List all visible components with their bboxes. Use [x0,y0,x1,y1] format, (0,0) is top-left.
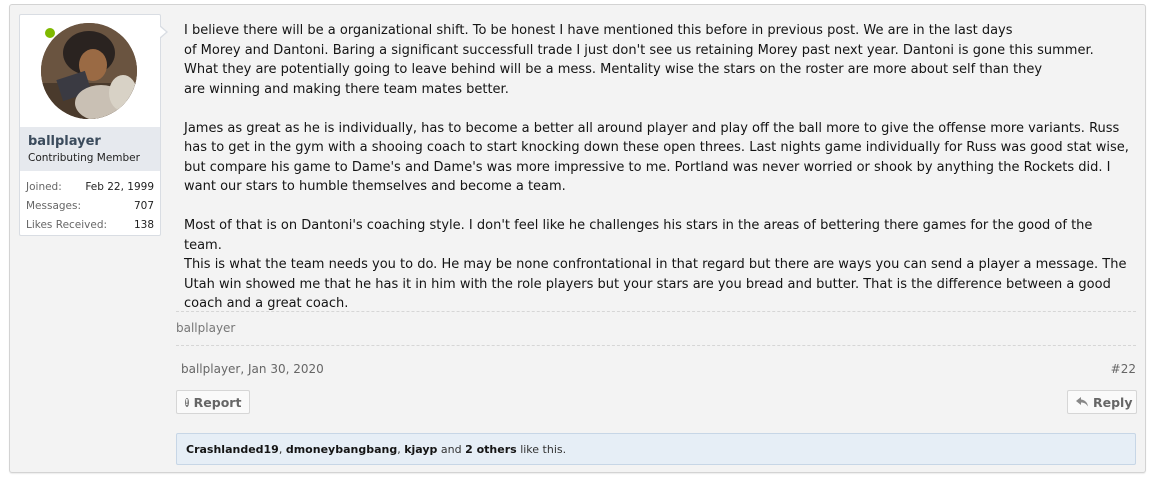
report-label: Report [193,394,242,410]
signature: ballplayer [176,321,236,335]
stat-joined: Joined: Feb 22, 1999 [26,181,154,197]
stat-value[interactable]: 707 [134,200,154,212]
meta-divider [176,345,1136,346]
user-card: ballplayer Contributing Member Joined: F… [19,14,161,236]
report-icon: ! [185,397,189,407]
stat-messages: Messages: 707 [26,200,154,216]
username-link[interactable]: ballplayer [28,134,101,149]
avatar[interactable] [41,23,137,119]
others-link[interactable]: 2 others [465,443,517,456]
post-meta: ballplayer, Jan 30, 2020 [181,362,324,376]
message-paragraph: James as great as he is individually, ha… [184,120,1129,195]
liker-link[interactable]: kjayp [404,443,437,456]
stat-label: Likes Received: [26,219,108,231]
stat-label: Messages: [26,200,82,212]
report-button[interactable]: ! Report [176,390,250,414]
forum-post: ballplayer Contributing Member Joined: F… [9,4,1146,473]
message-paragraph: I believe there will be a organizational… [184,23,1094,97]
stat-label: Joined: [26,181,62,193]
signature-divider [176,311,1136,312]
likes-summary: Crashlanded19, dmoneybangbang, kjayp and… [176,433,1136,465]
avatar-image [41,23,137,119]
stat-value: 138 [133,219,154,231]
liker-link[interactable]: dmoneybangbang [286,443,397,456]
user-title: Contributing Member [28,152,140,164]
stat-value: Feb 22, 1999 [85,181,154,193]
post-permalink[interactable]: #22 [1111,362,1136,376]
reply-label: Reply [1093,394,1133,410]
reply-button[interactable]: Reply [1067,390,1137,414]
online-status-indicator [44,27,56,39]
post-date-link[interactable]: Jan 30, 2020 [248,362,324,376]
stat-likes-received: Likes Received: 138 [26,219,154,235]
liker-link[interactable]: Crashlanded19 [186,443,279,456]
user-name-box: ballplayer Contributing Member [20,127,160,171]
user-card-arrow [159,25,168,39]
reply-icon [1076,395,1088,410]
likes-suffix: like this. [520,442,567,456]
post-message: I believe there will be a organizational… [184,21,1129,333]
post-author-link[interactable]: ballplayer [181,362,240,376]
message-paragraph: Most of that is on Dantoni's coaching st… [184,218,1127,311]
